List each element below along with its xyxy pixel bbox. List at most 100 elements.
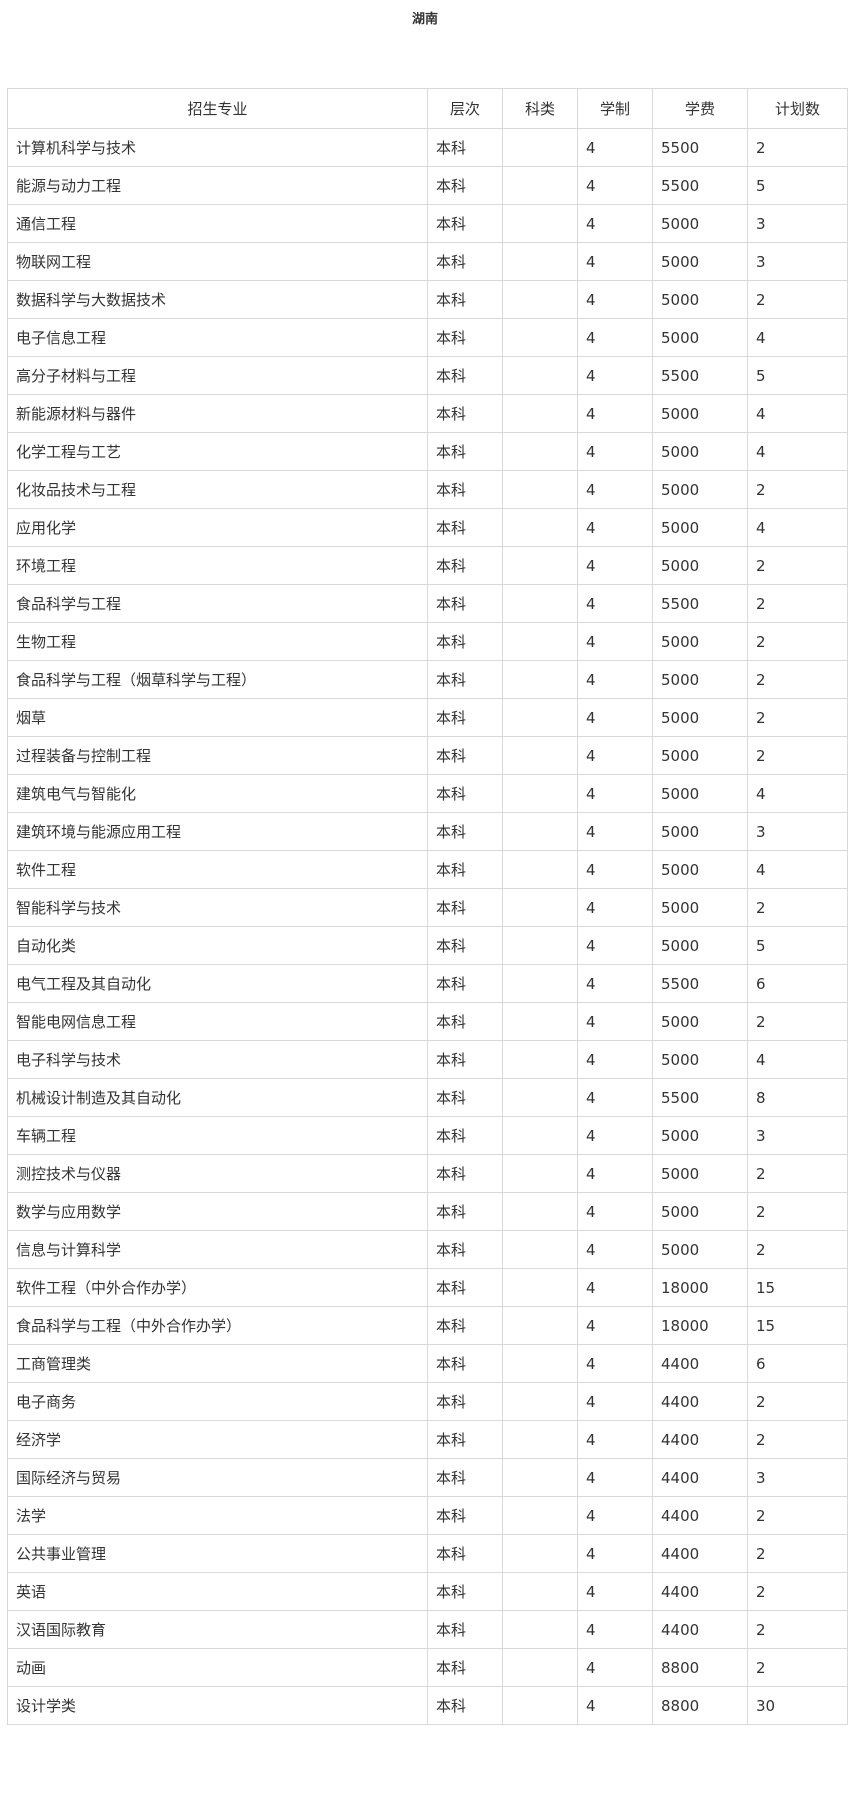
cell-duration: 4	[577, 508, 653, 547]
cell-tuition: 8800	[652, 1648, 748, 1687]
cell-tuition: 5000	[652, 546, 748, 585]
cell-tuition: 5000	[652, 394, 748, 433]
cell-plan-count: 3	[747, 204, 848, 243]
cell-duration: 4	[577, 850, 653, 889]
cell-major: 经济学	[7, 1420, 428, 1459]
cell-plan-count: 4	[747, 394, 848, 433]
header-level: 层次	[427, 88, 503, 129]
cell-level: 本科	[427, 964, 503, 1003]
cell-category	[502, 584, 578, 623]
cell-duration: 4	[577, 356, 653, 395]
table-row: 过程装备与控制工程 本科 4 5000 2	[7, 736, 848, 775]
cell-plan-count: 2	[747, 1002, 848, 1041]
cell-plan-count: 2	[747, 1382, 848, 1421]
cell-duration: 4	[577, 1002, 653, 1041]
table-row: 数学与应用数学 本科 4 5000 2	[7, 1192, 848, 1231]
table-row: 建筑环境与能源应用工程 本科 4 5000 3	[7, 812, 848, 851]
cell-category	[502, 812, 578, 851]
cell-category	[502, 1686, 578, 1725]
cell-major: 数据科学与大数据技术	[7, 280, 428, 319]
table-header-row: 招生专业 层次 科类 学制 学费 计划数	[7, 88, 848, 129]
cell-category	[502, 1192, 578, 1231]
cell-level: 本科	[427, 1306, 503, 1345]
table-row: 新能源材料与器件 本科 4 5000 4	[7, 394, 848, 433]
table-body: 计算机科学与技术 本科 4 5500 2 能源与动力工程 本科 4 5500 5 通信工程 本科 4 50…	[7, 128, 848, 1725]
cell-duration: 4	[577, 470, 653, 509]
cell-major: 测控技术与仪器	[7, 1154, 428, 1193]
cell-category	[502, 204, 578, 243]
cell-major: 英语	[7, 1572, 428, 1611]
table-row: 信息与计算科学 本科 4 5000 2	[7, 1230, 848, 1269]
cell-level: 本科	[427, 280, 503, 319]
cell-tuition: 5000	[652, 888, 748, 927]
table-row: 物联网工程 本科 4 5000 3	[7, 242, 848, 281]
cell-category	[502, 394, 578, 433]
cell-level: 本科	[427, 470, 503, 509]
cell-duration: 4	[577, 1382, 653, 1421]
cell-major: 食品科学与工程	[7, 584, 428, 623]
cell-plan-count: 2	[747, 1230, 848, 1269]
cell-major: 建筑环境与能源应用工程	[7, 812, 428, 851]
header-tuition: 学费	[652, 88, 748, 129]
cell-tuition: 8800	[652, 1686, 748, 1725]
cell-category	[502, 470, 578, 509]
cell-level: 本科	[427, 1610, 503, 1649]
cell-duration: 4	[577, 1496, 653, 1535]
cell-duration: 4	[577, 774, 653, 813]
cell-level: 本科	[427, 812, 503, 851]
cell-tuition: 5000	[652, 1230, 748, 1269]
cell-major: 机械设计制造及其自动化	[7, 1078, 428, 1117]
cell-duration: 4	[577, 1686, 653, 1725]
cell-plan-count: 3	[747, 1458, 848, 1497]
table-row: 智能科学与技术 本科 4 5000 2	[7, 888, 848, 927]
table-row: 测控技术与仪器 本科 4 5000 2	[7, 1154, 848, 1193]
cell-tuition: 4400	[652, 1458, 748, 1497]
cell-major: 信息与计算科学	[7, 1230, 428, 1269]
cell-category	[502, 1648, 578, 1687]
cell-major: 电子科学与技术	[7, 1040, 428, 1079]
table-row: 食品科学与工程（中外合作办学） 本科 4 18000 15	[7, 1306, 848, 1345]
cell-category	[502, 888, 578, 927]
cell-tuition: 5000	[652, 698, 748, 737]
table-row: 动画 本科 4 8800 2	[7, 1648, 848, 1687]
cell-level: 本科	[427, 204, 503, 243]
table-row: 国际经济与贸易 本科 4 4400 3	[7, 1458, 848, 1497]
cell-category	[502, 242, 578, 281]
cell-tuition: 5000	[652, 660, 748, 699]
cell-plan-count: 3	[747, 812, 848, 851]
cell-level: 本科	[427, 850, 503, 889]
cell-duration: 4	[577, 812, 653, 851]
cell-duration: 4	[577, 1534, 653, 1573]
cell-category	[502, 318, 578, 357]
cell-category	[502, 1002, 578, 1041]
header-category: 科类	[502, 88, 578, 129]
cell-tuition: 5000	[652, 204, 748, 243]
table-row: 软件工程（中外合作办学） 本科 4 18000 15	[7, 1268, 848, 1307]
cell-duration: 4	[577, 318, 653, 357]
cell-category	[502, 1534, 578, 1573]
cell-duration: 4	[577, 166, 653, 205]
cell-duration: 4	[577, 1610, 653, 1649]
cell-category	[502, 1610, 578, 1649]
cell-plan-count: 2	[747, 584, 848, 623]
cell-duration: 4	[577, 1306, 653, 1345]
cell-level: 本科	[427, 660, 503, 699]
table-row: 建筑电气与智能化 本科 4 5000 4	[7, 774, 848, 813]
page: 湖南 招生专业 层次 科类 学制 学费 计划数 计算机科学与技术 本科 4 5500 2…	[0, 0, 850, 1808]
table-row: 公共事业管理 本科 4 4400 2	[7, 1534, 848, 1573]
cell-category	[502, 1078, 578, 1117]
cell-level: 本科	[427, 1648, 503, 1687]
table-row: 设计学类 本科 4 8800 30	[7, 1686, 848, 1725]
cell-tuition: 5000	[652, 774, 748, 813]
cell-duration: 4	[577, 1572, 653, 1611]
cell-tuition: 5000	[652, 1116, 748, 1155]
header-plan-count: 计划数	[747, 88, 848, 129]
cell-major: 电子信息工程	[7, 318, 428, 357]
cell-level: 本科	[427, 1040, 503, 1079]
cell-level: 本科	[427, 432, 503, 471]
cell-duration: 4	[577, 926, 653, 965]
cell-plan-count: 8	[747, 1078, 848, 1117]
cell-major: 建筑电气与智能化	[7, 774, 428, 813]
cell-plan-count: 2	[747, 698, 848, 737]
cell-level: 本科	[427, 166, 503, 205]
